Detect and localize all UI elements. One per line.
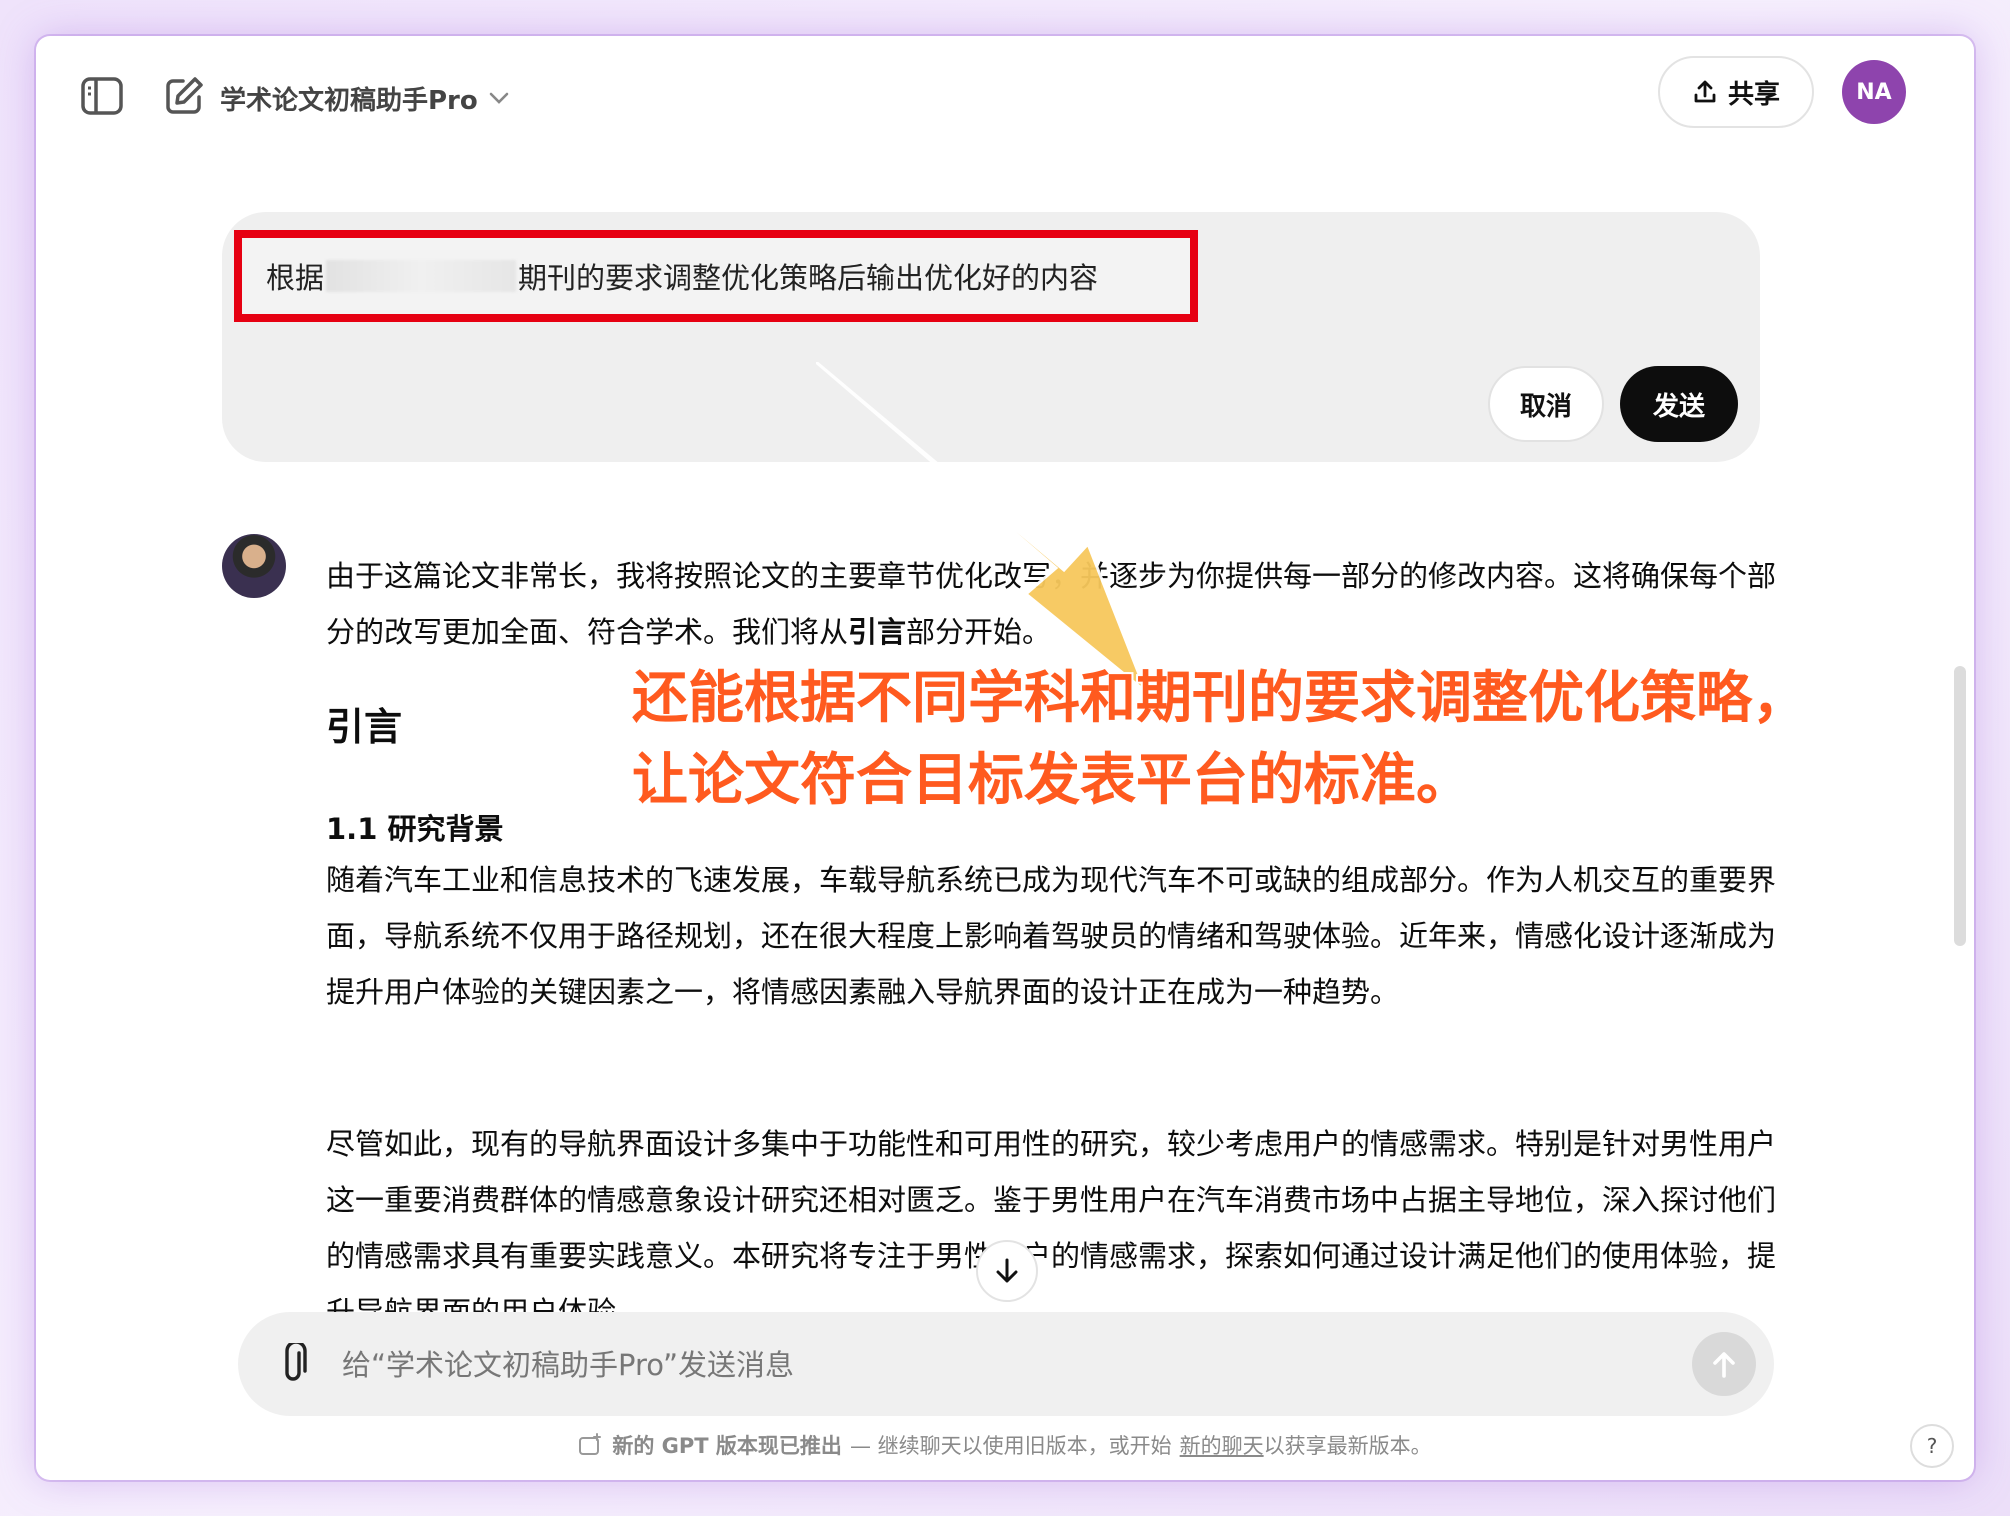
gpt-name: 学术论文初稿助手Pro — [220, 85, 478, 116]
app-window: 学术论文初稿助手Pro 共享 NA 根据 期刊的要求调整优化策略后输出优化好的内… — [36, 36, 1974, 1480]
upload-icon — [1694, 80, 1716, 103]
annotation-line: 还能根据不同学科和期刊的要求调整优化策略， — [632, 666, 1808, 731]
paperclip-icon — [285, 1343, 307, 1381]
scrollbar[interactable] — [1954, 666, 1966, 946]
arrow-up-icon — [1713, 1352, 1735, 1378]
notice-text: — 继续聊天以使用旧版本，或开始 — [849, 1434, 1172, 1458]
message-input[interactable] — [340, 1334, 1644, 1396]
user-avatar[interactable]: NA — [1842, 60, 1906, 124]
share-button[interactable]: 共享 — [1658, 56, 1814, 128]
share-label: 共享 — [1727, 79, 1780, 110]
annotation-arrow — [816, 362, 1146, 692]
gpt-update-icon — [579, 1433, 602, 1455]
send-button[interactable]: 发送 — [1620, 366, 1738, 442]
section-heading: 引言 — [326, 705, 403, 749]
new-chat-button[interactable] — [158, 70, 210, 122]
gpt-selector[interactable]: 学术论文初稿助手Pro — [220, 76, 510, 120]
edit-text-suffix: 期刊的要求调整优化策略后输出优化好的内容 — [518, 261, 1099, 295]
composer — [238, 1312, 1774, 1416]
annotation-text: 还能根据不同学科和期刊的要求调整优化策略， 让论文符合目标发表平台的标准。 — [632, 658, 1808, 822]
composer-send-button[interactable] — [1692, 1332, 1756, 1396]
chevron-down-icon — [489, 92, 509, 104]
reply-paragraph: 随着汽车工业和信息技术的飞速发展，车载导航系统已成为现代汽车不可或缺的组成部分。… — [326, 852, 1786, 1020]
redacted-text — [326, 260, 517, 292]
scroll-down-button[interactable] — [976, 1240, 1038, 1302]
annotation-line: 让论文符合目标发表平台的标准。 — [632, 748, 1472, 813]
edit-message-input[interactable]: 根据 期刊的要求调整优化策略后输出优化好的内容 — [234, 230, 1198, 322]
reply-paragraph: 尽管如此，现有的导航界面设计多集中于功能性和可用性的研究，较少考虑用户的情感需求… — [326, 1116, 1786, 1314]
gpt-avatar — [222, 534, 286, 598]
sidebar-toggle-button[interactable] — [76, 70, 128, 122]
sidebar-icon — [81, 77, 123, 115]
version-notice: 新的 GPT 版本现已推出 — 继续聊天以使用旧版本，或开始 新的聊天 以获享最新版… — [36, 1430, 1974, 1460]
new-chat-link[interactable]: 新的聊天 — [1180, 1430, 1264, 1460]
help-button[interactable]: ? — [1910, 1424, 1954, 1468]
section-subheading: 1.1 研究背景 — [326, 812, 504, 846]
paragraph-text: 随着汽车工业和信息技术的飞速发展，车载导航系统已成为现代汽车不可或缺的组成部分。… — [326, 863, 1777, 1009]
cancel-button[interactable]: 取消 — [1488, 366, 1604, 442]
edit-pencil-icon — [166, 77, 203, 114]
notice-bold: 新的 GPT 版本现已推出 — [612, 1434, 842, 1458]
attach-button[interactable] — [268, 1338, 320, 1390]
edit-text-prefix: 根据 — [266, 261, 325, 295]
arrow-down-icon — [996, 1258, 1018, 1283]
notice-text: 以获享最新版本。 — [1263, 1434, 1432, 1458]
